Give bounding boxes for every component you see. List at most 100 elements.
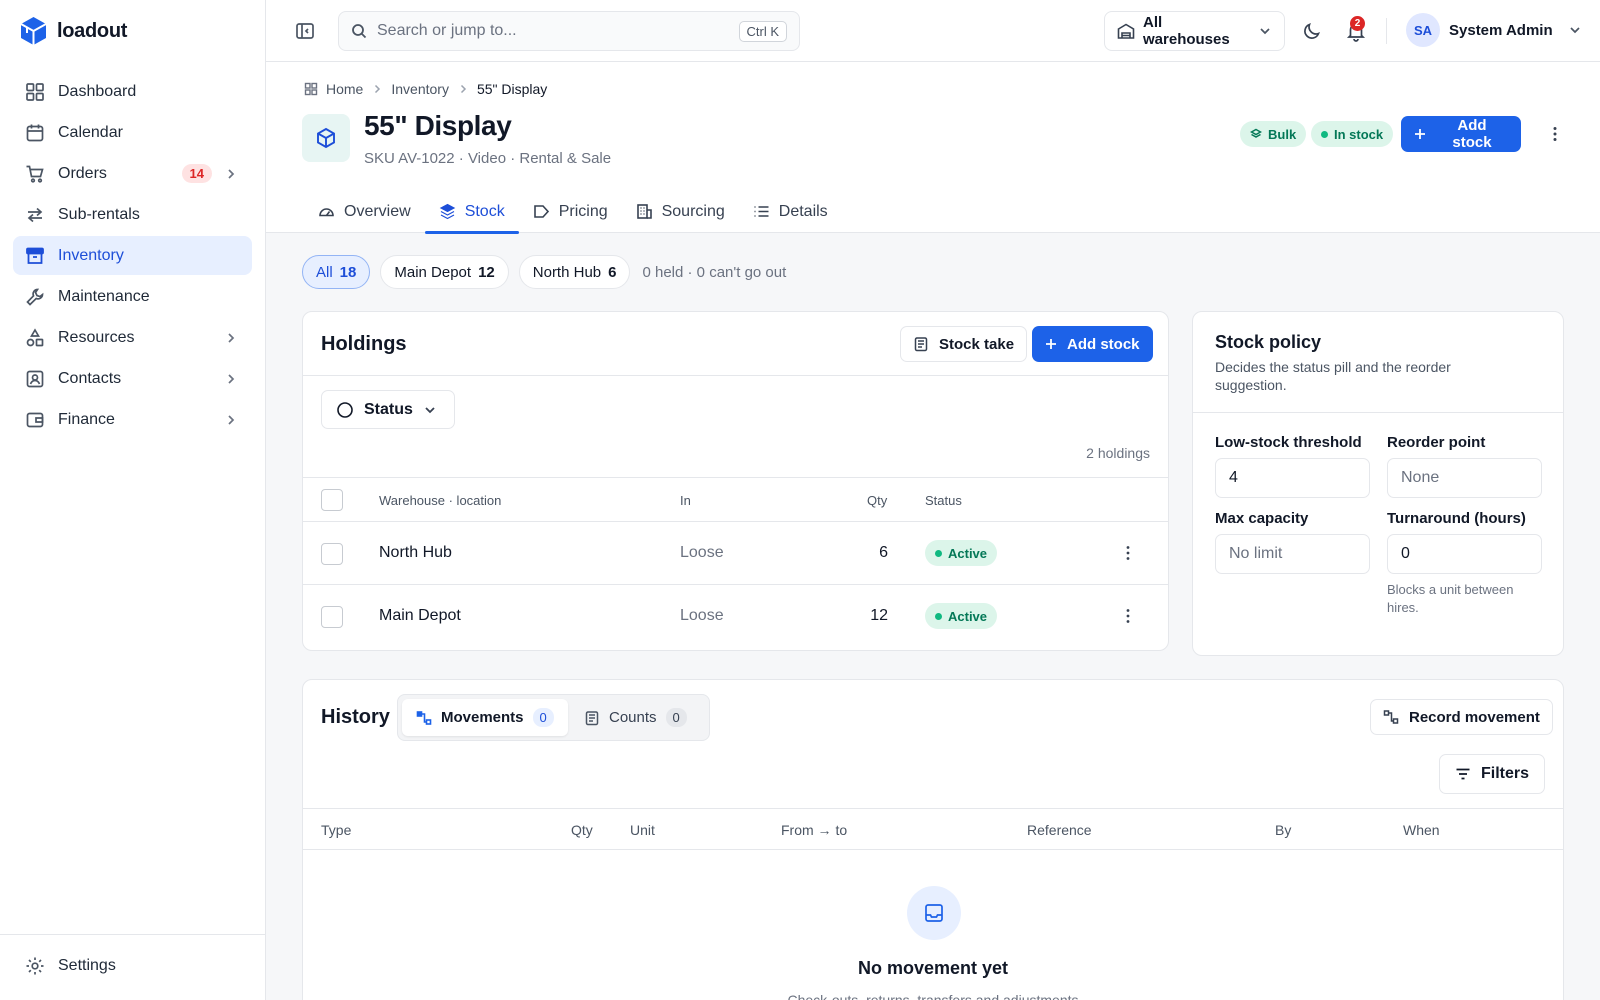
- tab-stock[interactable]: Stock: [424, 190, 519, 234]
- status-badge: Active: [925, 540, 998, 566]
- sidebar-toggle-icon[interactable]: [294, 20, 316, 42]
- sidebar-item-calendar[interactable]: Calendar: [13, 113, 252, 152]
- sidebar-footer: Settings: [0, 934, 265, 985]
- select-all-checkbox[interactable]: [321, 489, 343, 511]
- add-stock-button-label: Add stock: [1452, 117, 1492, 151]
- sidebar-item-orders[interactable]: Orders 14: [13, 154, 252, 193]
- counts-count: 0: [665, 708, 687, 727]
- history-table-header: Type Qty Unit From → to Reference By Whe…: [303, 808, 1563, 850]
- record-movement-button[interactable]: Record movement: [1370, 699, 1553, 735]
- tab-pricing[interactable]: Pricing: [519, 190, 622, 233]
- breadcrumb-home-link[interactable]: Home: [326, 81, 363, 97]
- filter-lines-icon: [1455, 766, 1471, 782]
- chevron-down-icon: [423, 403, 437, 417]
- add-stock-button[interactable]: Add stock: [1401, 116, 1521, 152]
- column-header-by: By: [1275, 822, 1292, 838]
- search-shortcut-hint: Ctrl K: [738, 20, 787, 42]
- sidebar-item-label: Sub-rentals: [58, 205, 140, 223]
- tab-sourcing[interactable]: Sourcing: [622, 190, 739, 233]
- low-stock-threshold-input[interactable]: [1215, 458, 1370, 498]
- breadcrumb-inventory-link[interactable]: Inventory: [391, 81, 449, 97]
- tab-bar: Overview Stock Pricing Sourcing Details: [304, 190, 842, 234]
- warehouse-filter-chips: All 18 Main Depot 12 North Hub 6 0 held …: [302, 255, 786, 289]
- breadcrumb-current: 55" Display: [476, 81, 548, 97]
- history-title: History: [321, 706, 390, 728]
- row-in: Loose: [680, 607, 724, 624]
- status-filter-button[interactable]: Status: [321, 390, 455, 429]
- brand[interactable]: loadout: [20, 16, 127, 46]
- sidebar-nav: Dashboard Calendar Orders 14 Sub-rentals…: [13, 72, 252, 441]
- sidebar-item-label: Dashboard: [58, 82, 137, 100]
- warehouse-select-value: All warehouses: [1143, 14, 1230, 48]
- status-badge-label: Active: [948, 545, 988, 561]
- sidebar-item-contacts[interactable]: Contacts: [13, 359, 252, 398]
- status-dot: [935, 549, 942, 557]
- sidebar-item-inventory[interactable]: Inventory: [13, 236, 252, 275]
- tab-label: Movements: [441, 709, 524, 726]
- max-capacity-input[interactable]: [1215, 534, 1370, 574]
- tab-label: Counts: [609, 709, 657, 726]
- more-vertical-icon[interactable]: [1119, 543, 1137, 563]
- tab-movements[interactable]: Movements 0: [402, 699, 568, 736]
- search-box[interactable]: Ctrl K: [338, 11, 800, 51]
- user-menu[interactable]: SA System Admin: [1406, 13, 1582, 47]
- held-summary: 0 held · 0 can't go out: [642, 263, 787, 281]
- sidebar-item-resources[interactable]: Resources: [13, 318, 252, 357]
- column-header-type: Type: [321, 822, 352, 838]
- warehouse-icon: [1117, 22, 1135, 40]
- wallet-icon: [25, 410, 45, 430]
- row-qty: 6: [879, 544, 888, 561]
- chevron-down-icon: [1258, 24, 1272, 38]
- holdings-add-stock-button[interactable]: Add stock: [1032, 326, 1153, 362]
- chevron-right-icon: [224, 331, 238, 345]
- sidebar-item-finance[interactable]: Finance: [13, 400, 252, 439]
- filter-chip-north-hub[interactable]: North Hub 6: [518, 255, 631, 289]
- sidebar-item-maintenance[interactable]: Maintenance: [13, 277, 252, 316]
- chip-label: Main Depot: [394, 263, 472, 281]
- circle-icon: [336, 401, 354, 419]
- row-checkbox[interactable]: [321, 543, 343, 565]
- stock-policy-description: Decides the status pill and the reorder …: [1215, 359, 1451, 393]
- empty-state-title: No movement yet: [857, 958, 1009, 978]
- clipboard-icon: [584, 710, 600, 726]
- low-stock-threshold-label: Low-stock threshold: [1215, 434, 1362, 451]
- sidebar-item-settings[interactable]: Settings: [13, 946, 252, 985]
- column-header-from-to: From → to: [781, 822, 848, 838]
- tab-details[interactable]: Details: [739, 190, 842, 233]
- moon-icon[interactable]: [1301, 20, 1323, 42]
- table-row[interactable]: North Hub Loose 6 Active: [303, 522, 1168, 585]
- chip-count: 18: [339, 263, 357, 281]
- warehouse-select[interactable]: All warehouses: [1104, 11, 1285, 51]
- more-vertical-icon[interactable]: [1546, 124, 1564, 144]
- stock-take-button[interactable]: Stock take: [900, 326, 1028, 362]
- turnaround-help-text: Blocks a unit between hires.: [1387, 582, 1514, 615]
- column-header-status: Status: [925, 493, 962, 508]
- filter-chip-all[interactable]: All 18: [302, 255, 371, 289]
- turnaround-input[interactable]: [1387, 534, 1542, 574]
- status-badge-label: Active: [948, 608, 988, 624]
- status-badge: In stock: [1311, 121, 1394, 147]
- chevron-down-icon: [1568, 23, 1582, 37]
- column-header-reference: Reference: [1027, 822, 1092, 838]
- movements-icon: [1383, 709, 1399, 725]
- filter-chip-main-depot[interactable]: Main Depot 12: [380, 255, 509, 289]
- table-row[interactable]: Main Depot Loose 12 Active: [303, 585, 1168, 648]
- plus-icon: [1045, 338, 1057, 350]
- tab-counts[interactable]: Counts 0: [570, 699, 701, 736]
- topbar: Ctrl K All warehouses 2 SA System Admin: [266, 0, 1600, 62]
- sidebar-item-dashboard[interactable]: Dashboard: [13, 72, 252, 111]
- tab-label: Pricing: [558, 202, 608, 220]
- reorder-point-input[interactable]: [1387, 458, 1542, 498]
- row-qty: 12: [870, 607, 888, 624]
- search-input[interactable]: [377, 22, 739, 40]
- filters-button[interactable]: Filters: [1439, 754, 1546, 794]
- breadcrumb: Home Inventory 55" Display: [304, 81, 547, 97]
- tab-overview[interactable]: Overview: [304, 190, 425, 233]
- divider: [1193, 412, 1563, 413]
- sidebar-item-label: Inventory: [58, 246, 124, 264]
- column-header-in: In: [680, 493, 691, 508]
- holdings-table-body: North Hub Loose 6 Active Main Depot Loos…: [303, 522, 1168, 649]
- sidebar-item-sub-rentals[interactable]: Sub-rentals: [13, 195, 252, 234]
- row-checkbox[interactable]: [321, 606, 343, 628]
- more-vertical-icon[interactable]: [1119, 606, 1137, 626]
